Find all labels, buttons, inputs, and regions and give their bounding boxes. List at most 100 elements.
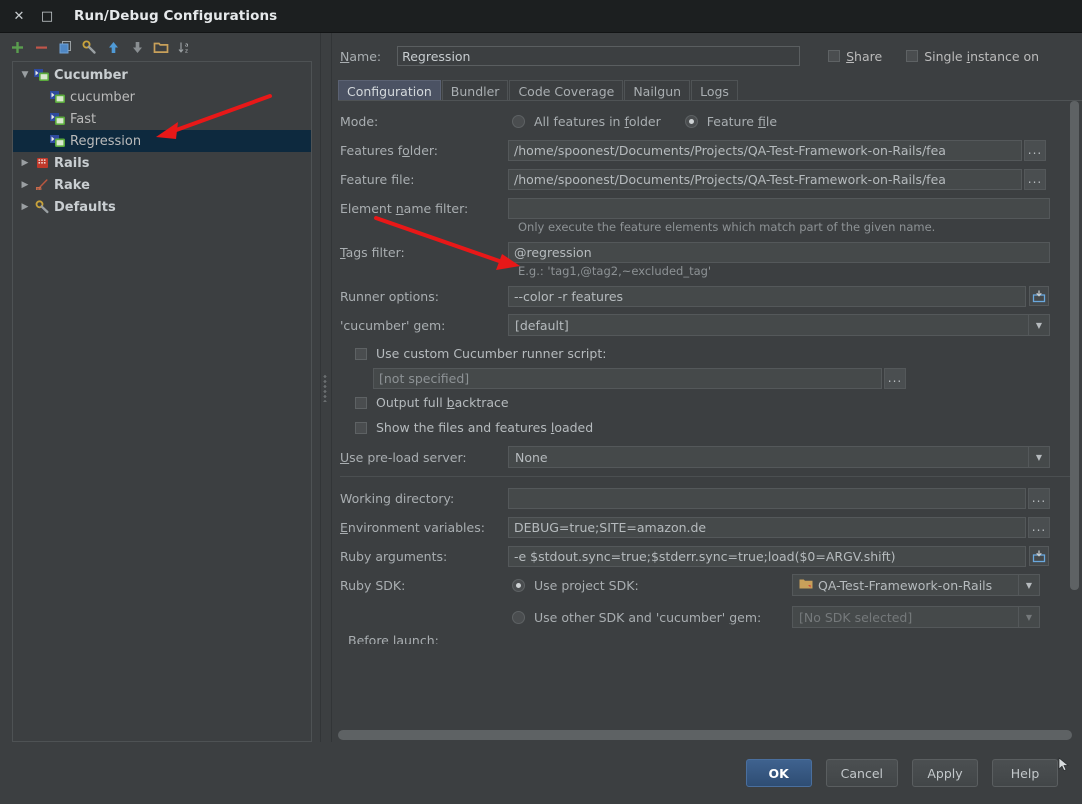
configurations-panel: a z ▼ Cucumber cucumber Fast Regression ▶ Rail… [0,33,320,742]
mode-all-features-option[interactable]: All features in folder [512,114,661,129]
horizontal-scrollbar[interactable] [330,728,1082,742]
chevron-down-icon[interactable]: ▼ [1028,447,1049,467]
other-sdk-value: [No SDK selected] [799,609,913,625]
chevron-down-icon[interactable]: ▼ [1018,575,1039,595]
runner-options-input[interactable]: --color -r features [508,285,1026,307]
single-instance-checkbox[interactable] [906,50,919,62]
arrow-down-icon[interactable] [126,36,148,58]
tab-bundler[interactable]: Bundler [441,80,509,101]
chevron-right-icon[interactable]: ▶ [17,202,33,212]
tree-item-regression[interactable]: Regression [13,130,311,152]
features-folder-input[interactable]: /home/spoonest/Documents/Projects/QA-Tes… [508,139,1022,161]
chevron-down-icon[interactable]: ▼ [1028,315,1049,335]
env-vars-input[interactable]: DEBUG=true;SITE=amazon.de [508,516,1026,538]
apply-button[interactable]: Apply [912,759,978,787]
help-button[interactable]: Help [992,759,1058,787]
ok-button[interactable]: OK [745,759,812,787]
features-folder-browse-button[interactable]: ... [1024,139,1046,161]
wrench-icon [33,199,51,215]
folder-icon[interactable] [150,36,172,58]
cancel-button[interactable]: Cancel [825,759,898,787]
panel-splitter[interactable] [320,33,330,742]
vertical-scrollbar-thumb[interactable] [1070,101,1079,590]
show-files-checkbox[interactable] [355,421,367,434]
output-backtrace-label: Output full backtrace [376,395,509,410]
svg-text:z: z [185,48,188,54]
tree-item-label: Fast [70,111,97,127]
rake-icon [33,177,51,193]
plus-icon[interactable] [6,36,28,58]
tags-filter-input[interactable]: @regression [508,241,1050,263]
tree-item-cucumber[interactable]: cucumber [13,86,311,108]
tree-item-cucumber[interactable]: ▼ Cucumber [13,64,311,86]
ruby-arguments-input[interactable]: -e $stdout.sync=true;$stderr.sync=true;l… [508,545,1026,567]
env-vars-browse-button[interactable]: ... [1028,516,1050,538]
dialog-body: a z ▼ Cucumber cucumber Fast Regression ▶ Rail… [0,33,1082,742]
show-files-row[interactable]: Show the files and features loaded [330,420,1082,435]
use-other-sdk-radio[interactable] [512,610,525,624]
feature-file-input[interactable]: /home/spoonest/Documents/Projects/QA-Tes… [508,168,1022,190]
name-label: Name: [340,48,382,64]
project-sdk-value: QA-Test-Framework-on-Rails [793,578,1018,593]
mode-feature-file-radio[interactable] [684,114,698,128]
copy-icon[interactable] [54,36,76,58]
ruby-arguments-expand-icon[interactable] [1029,546,1049,566]
mode-all-features-radio[interactable] [512,114,525,128]
chevron-right-icon[interactable]: ▶ [17,180,33,190]
mode-feature-file-label: Feature file [706,113,778,129]
tab-code-coverage[interactable]: Code Coverage [509,80,624,101]
share-checkbox-row[interactable]: Share [828,49,882,64]
working-directory-input[interactable] [508,487,1026,509]
chevron-down-icon[interactable]: ▼ [1018,607,1039,627]
cucumber-gem-combo[interactable]: [default] ▼ [508,314,1050,336]
tree-item-defaults[interactable]: ▶ Defaults [13,196,311,218]
working-directory-browse-button[interactable]: ... [1028,487,1050,509]
custom-runner-path-input[interactable]: [not specified] [373,367,882,389]
element-name-filter-input[interactable] [508,197,1050,219]
tab-nailgun[interactable]: Nailgun [624,80,691,101]
name-input[interactable] [397,46,801,66]
use-other-sdk-option[interactable]: Use other SDK and 'cucumber' gem: [512,610,792,625]
wrench-icon[interactable] [78,36,100,58]
vertical-scrollbar[interactable] [1070,101,1079,728]
share-label: Share [846,48,883,64]
mode-feature-file-option[interactable]: Feature file [684,113,778,129]
preload-server-combo[interactable]: None ▼ [508,446,1050,468]
tree-item-fast[interactable]: Fast [13,108,311,130]
project-sdk-combo[interactable]: QA-Test-Framework-on-Rails ▼ [792,574,1040,596]
custom-runner-browse-button[interactable]: ... [884,367,906,389]
minus-icon[interactable] [30,36,52,58]
env-vars-label: Environment variables: [340,519,485,535]
single-instance-checkbox-row[interactable]: Single instance on [906,49,1039,64]
runner-options-expand-icon[interactable] [1029,286,1049,306]
tree-item-rails[interactable]: ▶ Rails [13,152,311,174]
other-sdk-combo[interactable]: [No SDK selected] ▼ [792,606,1040,628]
use-project-sdk-radio[interactable] [512,578,525,592]
output-backtrace-row[interactable]: Output full backtrace [330,395,1082,410]
mode-row: Mode: All features in folder Feature fil… [330,109,1082,133]
show-files-label: Show the files and features loaded [376,420,594,435]
output-backtrace-checkbox[interactable] [355,396,367,409]
ruby-arguments-row: Ruby arguments: -e $stdout.sync=true;$st… [330,544,1082,568]
feature-file-browse-button[interactable]: ... [1024,168,1046,190]
use-custom-runner-row[interactable]: Use custom Cucumber runner script: [330,346,1082,361]
sort-az-icon[interactable]: a z [174,36,196,58]
runner-options-row: Runner options: --color -r features [330,284,1082,308]
arrow-up-icon[interactable] [102,36,124,58]
use-custom-runner-checkbox[interactable] [355,347,367,360]
cucumber-config-icon [49,111,67,127]
splitter-grip[interactable] [323,373,327,402]
share-checkbox[interactable] [828,50,841,62]
custom-runner-path-row: [not specified] ... [330,366,1082,390]
horizontal-scrollbar-thumb[interactable] [338,730,1072,740]
close-icon[interactable]: ✕ [8,5,30,27]
use-project-sdk-option[interactable]: Use project SDK: [512,578,792,593]
chevron-down-icon[interactable]: ▼ [17,70,33,80]
maximize-icon[interactable]: □ [36,5,58,27]
tab-configuration[interactable]: Configuration [338,80,441,101]
configurations-tree[interactable]: ▼ Cucumber cucumber Fast Regression ▶ Rails ▶ Ra… [12,61,312,742]
tree-item-rake[interactable]: ▶ Rake [13,174,311,196]
chevron-right-icon[interactable]: ▶ [17,158,33,168]
tab-logs[interactable]: Logs [691,80,738,101]
runner-options-label: Runner options: [340,288,439,304]
